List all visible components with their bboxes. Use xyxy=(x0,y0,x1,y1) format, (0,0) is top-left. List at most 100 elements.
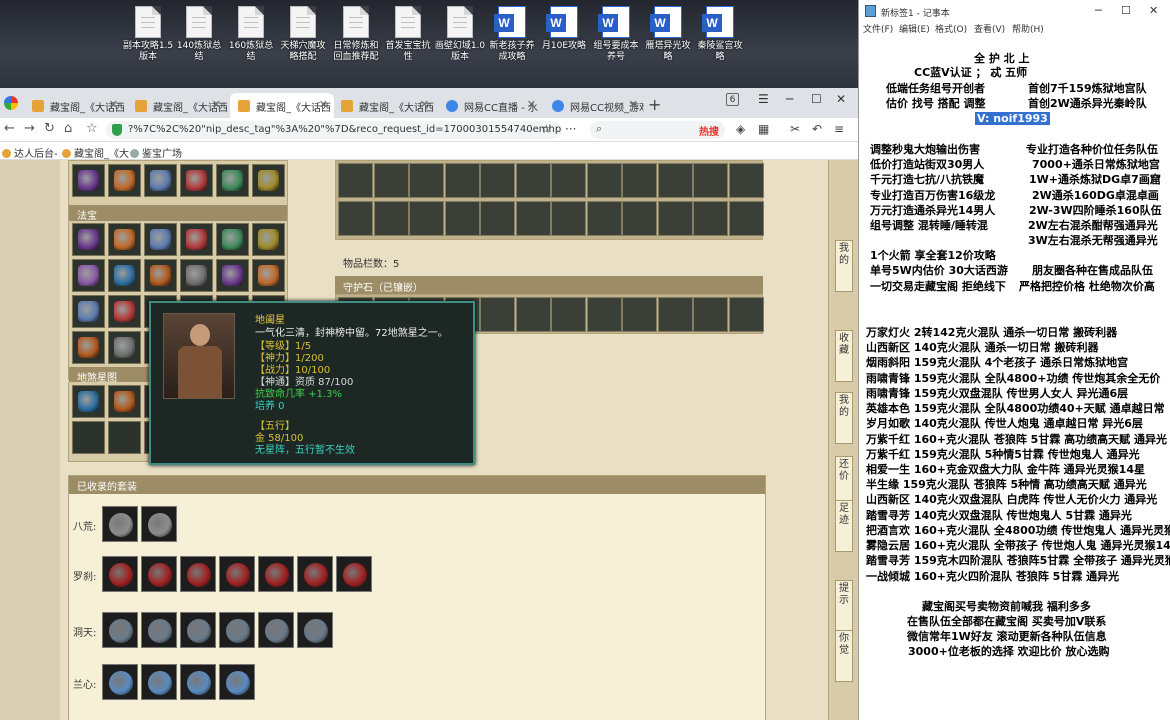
favorite-star-icon[interactable]: ☆ xyxy=(541,122,552,136)
browser-tab[interactable]: 网易CC直播 - 水 ✕ xyxy=(438,93,542,118)
set-item-slot[interactable] xyxy=(219,664,255,700)
item-slot[interactable] xyxy=(515,297,551,332)
set-item-slot[interactable] xyxy=(219,556,255,592)
item-slot[interactable] xyxy=(515,163,551,198)
item-slot[interactable] xyxy=(72,223,105,256)
url-input[interactable]: ?%7C%2C%20"nip_desc_tag"%3A%20"%7D&reco_… xyxy=(106,121,562,139)
desktop-file-icon[interactable]: 首发宝宝抗性 xyxy=(382,6,434,86)
desktop-file-icon[interactable]: W 月10E攻略 xyxy=(538,6,590,86)
desktop-file-icon[interactable]: W 新老孩子养 成攻略 xyxy=(486,6,538,86)
set-item-slot[interactable] xyxy=(258,612,294,648)
set-item-slot[interactable] xyxy=(102,664,138,700)
menu-edit[interactable]: 编辑(E) xyxy=(899,22,930,35)
item-slot[interactable] xyxy=(728,201,764,236)
item-slot[interactable] xyxy=(338,163,373,198)
item-slot[interactable] xyxy=(622,297,657,332)
item-slot[interactable] xyxy=(622,163,657,198)
set-item-slot[interactable] xyxy=(102,556,138,592)
desktop-file-icon[interactable]: 画壁幻域1.0 版本 xyxy=(434,6,486,86)
new-tab-button[interactable]: + xyxy=(648,95,661,114)
item-slot[interactable] xyxy=(72,421,105,454)
more-icon[interactable]: ··· xyxy=(565,122,576,136)
bookmark-item[interactable]: 鉴宝广场 xyxy=(130,145,182,160)
item-slot[interactable] xyxy=(657,201,693,236)
back-icon[interactable]: ← xyxy=(4,121,15,136)
item-slot[interactable] xyxy=(480,163,515,198)
browser-menu-icon[interactable]: ☰ xyxy=(758,92,769,106)
set-item-slot[interactable] xyxy=(297,556,333,592)
item-slot[interactable] xyxy=(108,164,141,197)
menu-file[interactable]: 文件(F) xyxy=(863,22,893,35)
maximize-icon[interactable]: ☐ xyxy=(1121,4,1131,17)
sidebar-link[interactable]: 你觉 xyxy=(835,630,853,682)
desktop-file-icon[interactable]: W 雁塔异光攻略 xyxy=(642,6,694,86)
item-slot[interactable] xyxy=(180,223,213,256)
item-slot[interactable] xyxy=(409,163,444,198)
sidebar-link[interactable]: 我的 xyxy=(835,392,853,444)
desktop-file-icon[interactable]: 160炼狱总结 xyxy=(225,6,277,86)
item-slot[interactable] xyxy=(373,201,409,236)
item-slot[interactable] xyxy=(693,163,728,198)
set-item-slot[interactable] xyxy=(219,612,255,648)
sidebar-link[interactable]: 足迹 xyxy=(835,500,853,552)
sidebar-link[interactable]: 我的 xyxy=(835,240,853,292)
browser-tab[interactable]: 藏宝阁_《大话西 ✕ xyxy=(24,93,124,118)
item-slot[interactable] xyxy=(586,163,622,198)
item-slot[interactable] xyxy=(480,201,515,236)
menu-format[interactable]: 格式(O) xyxy=(935,22,967,35)
minimize-icon[interactable]: ─ xyxy=(1095,4,1102,17)
set-item-slot[interactable] xyxy=(141,506,177,542)
desktop-file-icon[interactable]: W 秦陵鲨宫攻略 xyxy=(694,6,746,86)
set-item-slot[interactable] xyxy=(102,612,138,648)
item-slot[interactable] xyxy=(252,164,285,197)
item-slot[interactable] xyxy=(144,259,177,292)
set-item-slot[interactable] xyxy=(180,664,216,700)
desktop-file-icon[interactable]: 140炼狱总结 xyxy=(173,6,225,86)
item-slot[interactable] xyxy=(252,223,285,256)
item-slot[interactable] xyxy=(515,201,551,236)
item-slot[interactable] xyxy=(72,331,105,364)
item-slot[interactable] xyxy=(72,164,105,197)
set-item-slot[interactable] xyxy=(102,506,138,542)
item-slot[interactable] xyxy=(180,164,213,197)
browser-logo-icon[interactable] xyxy=(4,96,18,110)
set-item-slot[interactable] xyxy=(180,612,216,648)
set-item-slot[interactable] xyxy=(180,556,216,592)
item-slot[interactable] xyxy=(216,259,249,292)
item-slot[interactable] xyxy=(657,297,693,332)
tab-close-icon[interactable]: ✕ xyxy=(109,98,118,111)
item-slot[interactable] xyxy=(108,259,141,292)
sidebar-link[interactable]: 提示 xyxy=(835,580,853,632)
tab-close-icon[interactable]: ✕ xyxy=(420,98,429,111)
menu-icon[interactable]: ≡ xyxy=(834,122,844,136)
bookmark-item[interactable]: 达人后台- xyxy=(2,145,58,160)
search-input[interactable]: ⌕ 热搜 xyxy=(590,121,725,139)
browser-tab[interactable]: 藏宝阁_《大话西 ✕ xyxy=(230,93,334,118)
desktop-file-icon[interactable]: 日常修炼和 回血推荐配 xyxy=(330,6,382,86)
tab-close-icon[interactable]: ✕ xyxy=(212,98,221,111)
item-slot[interactable] xyxy=(72,295,105,328)
desktop-file-icon[interactable]: W 组号要成本 养号 xyxy=(590,6,642,86)
item-slot[interactable] xyxy=(622,201,657,236)
notepad-text-area[interactable]: 全 护 北 上 CC蓝V认证 ； 忒 五师 低端任务组号开创者 首创7千159炼狱地宫… xyxy=(859,40,1170,720)
tab-close-icon[interactable]: ✕ xyxy=(629,98,638,111)
set-item-slot[interactable] xyxy=(258,556,294,592)
item-slot[interactable] xyxy=(444,201,480,236)
close-icon[interactable]: ✕ xyxy=(1149,4,1158,17)
menu-help[interactable]: 帮助(H) xyxy=(1012,22,1044,35)
item-slot[interactable] xyxy=(693,297,728,332)
item-slot[interactable] xyxy=(216,164,249,197)
item-slot[interactable] xyxy=(108,385,141,418)
item-slot[interactable] xyxy=(144,223,177,256)
item-slot[interactable] xyxy=(480,297,515,332)
item-slot[interactable] xyxy=(728,163,764,198)
tab-close-icon[interactable]: ✕ xyxy=(319,98,328,111)
item-slot[interactable] xyxy=(108,295,141,328)
set-item-slot[interactable] xyxy=(297,612,333,648)
browser-tab[interactable]: 藏宝阁_《大话西 ✕ xyxy=(333,93,435,118)
tab-close-icon[interactable]: ✕ xyxy=(527,98,536,111)
item-slot[interactable] xyxy=(444,163,480,198)
item-slot[interactable] xyxy=(586,297,622,332)
item-slot[interactable] xyxy=(108,421,141,454)
set-item-slot[interactable] xyxy=(141,612,177,648)
